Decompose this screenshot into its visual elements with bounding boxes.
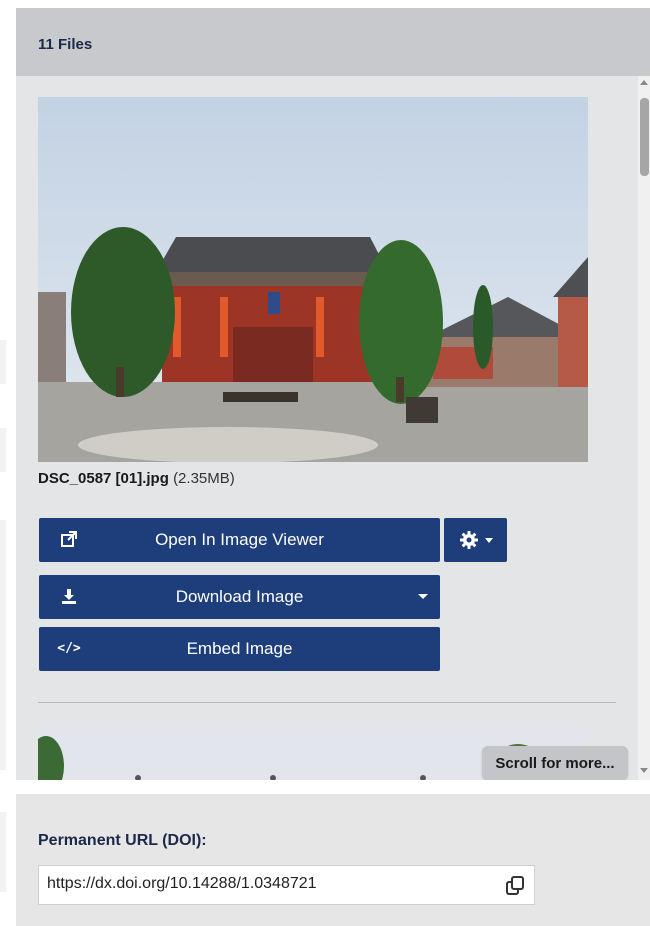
section-separator (16, 780, 650, 794)
scroll-up-arrow-icon[interactable] (640, 80, 648, 85)
open-in-image-viewer-label: Open In Image Viewer (155, 530, 324, 549)
download-icon (59, 586, 79, 606)
doi-label: Permanent URL (DOI): (38, 832, 207, 849)
panel-title: 11 Files (38, 36, 93, 53)
embed-image-button[interactable]: </> Embed Image (39, 627, 440, 671)
edge-artifact (0, 340, 6, 384)
scrollbar-thumb[interactable] (640, 98, 649, 176)
open-in-image-viewer-button[interactable]: Open In Image Viewer (39, 518, 440, 562)
file-thumbnail[interactable] (38, 97, 588, 462)
embed-image-label: Embed Image (186, 639, 293, 658)
code-icon: </> (57, 640, 81, 656)
edge-artifact (0, 812, 6, 892)
chevron-down-icon (484, 537, 493, 543)
files-panel: 11 Files DSC_0587 [01].jpg (2.35MB) Open… (16, 8, 650, 926)
scrollbar[interactable] (638, 76, 650, 780)
doi-field (38, 865, 535, 905)
edge-artifact (0, 520, 6, 770)
file-caption: DSC_0587 [01].jpg (2.35MB) (38, 470, 235, 487)
file-list[interactable]: DSC_0587 [01].jpg (2.35MB) Open In Image… (16, 76, 650, 780)
edge-artifact (0, 428, 6, 472)
file-name[interactable]: DSC_0587 [01].jpg (38, 470, 169, 487)
copy-icon[interactable] (503, 874, 527, 898)
doi-section: Permanent URL (DOI): (16, 794, 650, 926)
panel-header: 11 Files (16, 8, 650, 76)
file-size: (2.35MB) (173, 470, 235, 487)
file-divider (38, 702, 616, 703)
scroll-down-arrow-icon[interactable] (640, 768, 648, 773)
external-link-icon (59, 529, 79, 549)
doi-url-input[interactable] (47, 875, 487, 893)
settings-dropdown-button[interactable] (444, 518, 507, 562)
download-image-label: Download Image (175, 587, 304, 606)
download-image-button[interactable]: Download Image (39, 575, 440, 619)
chevron-down-icon (418, 594, 428, 599)
gear-icon (459, 530, 479, 550)
scroll-for-more-tooltip: Scroll for more... (482, 746, 628, 780)
